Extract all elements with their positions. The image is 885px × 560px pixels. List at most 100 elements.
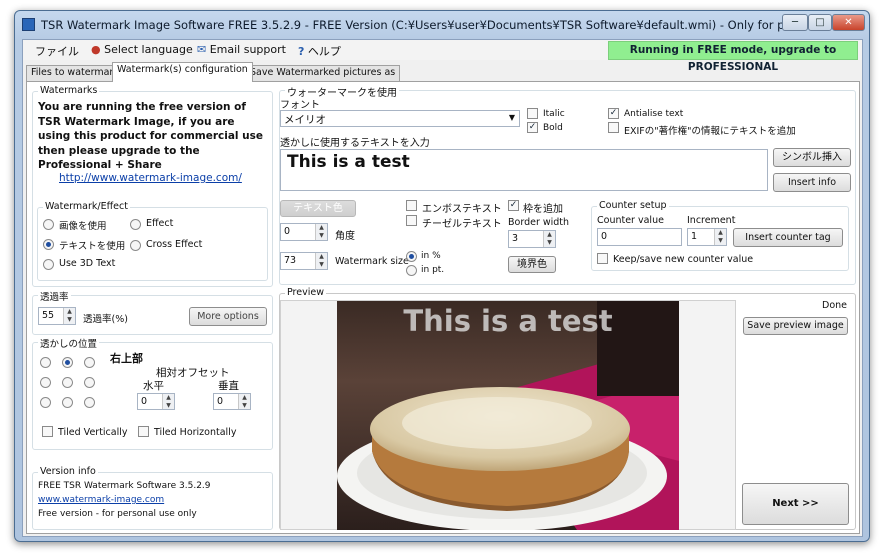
radio-use-text[interactable] [43, 239, 54, 250]
increment-spinner[interactable]: 1 ▲ ▼ [687, 228, 727, 246]
save-preview-button[interactable]: Save preview image [743, 317, 848, 335]
spinner-arrows-icon[interactable]: ▲ ▼ [315, 224, 327, 240]
close-button[interactable]: ✕ [832, 14, 865, 31]
mail-icon: ✉ [197, 43, 207, 56]
pos-top-left[interactable] [40, 357, 51, 368]
chevron-down-icon: ▼ [508, 113, 515, 122]
pos-mid-left[interactable] [40, 377, 51, 388]
3d-text-label: Use 3D Text [59, 258, 116, 269]
radio-use-image[interactable] [43, 219, 54, 230]
spinner-arrows-icon[interactable]: ▲ ▼ [315, 253, 327, 269]
next-button[interactable]: Next >> [742, 483, 849, 525]
globe-icon: ● [91, 43, 101, 56]
horizontal-offset-spinner[interactable]: 0 ▲ ▼ [137, 393, 175, 410]
spinner-arrows-icon[interactable]: ▲ ▼ [543, 231, 555, 247]
emboss-checkbox[interactable] [406, 200, 417, 211]
opacity-group: 透過率 55 ▲ ▼ 透過率(%) More options [32, 289, 273, 335]
window-title: TSR Watermark Image Software FREE 3.5.2.… [41, 18, 856, 32]
text-color-button[interactable]: テキスト色 [280, 200, 356, 217]
radio-3d-text[interactable] [43, 259, 54, 270]
font-label: フォント [280, 100, 320, 111]
tab-page: Watermarks You are running the free vers… [26, 81, 860, 534]
size-spinner[interactable]: 73 ▲ ▼ [280, 252, 328, 270]
spinner-arrows-icon[interactable]: ▲ ▼ [238, 394, 250, 409]
menu-language-label: Select language [104, 43, 193, 56]
exif-label: EXIFの"著作権"の情報にテキストを追加 [624, 126, 796, 137]
menu-language[interactable]: ● Select language [91, 43, 193, 56]
antialias-checkbox[interactable]: ✓ [608, 108, 619, 119]
pos-bottom-center[interactable] [62, 397, 73, 408]
radio-cross-effect[interactable] [130, 240, 141, 251]
tab-save-as[interactable]: Save Watermarked pictures as [245, 65, 401, 81]
pos-bottom-left[interactable] [40, 397, 51, 408]
tiled-vertically-label: Tiled Vertically [58, 427, 128, 438]
effect-group: Watermark/Effect 画像を使用 テキストを使用 Use 3D Te… [37, 201, 268, 281]
radio-size-points[interactable] [406, 265, 417, 276]
vertical-label: 垂直 [218, 380, 239, 392]
tiled-vertically-checkbox[interactable] [42, 426, 53, 437]
antialias-label: Antialise text [624, 109, 684, 119]
watermark-text-label: 透かしに使用するテキストを入力 [280, 138, 430, 149]
pos-mid-center[interactable] [62, 377, 73, 388]
title-bar[interactable]: TSR Watermark Image Software FREE 3.5.2.… [15, 11, 869, 37]
opacity-label: 透過率 [38, 289, 71, 303]
help-icon: ? [298, 45, 305, 58]
border-label: 枠を追加 [523, 204, 563, 215]
upgrade-banner[interactable]: Running in FREE mode, upgrade to PROFESS… [608, 41, 858, 73]
spinner-arrows-icon[interactable]: ▲ ▼ [714, 229, 726, 245]
size-percent-label: in % [421, 251, 441, 261]
counter-group: Counter setup Counter value 0 Increment … [591, 200, 849, 271]
menu-file[interactable]: ファイル [35, 43, 79, 59]
radio-size-percent[interactable] [406, 251, 417, 262]
opacity-unit: 透過率(%) [83, 314, 128, 325]
version-link[interactable]: www.watermark-image.com [38, 495, 164, 505]
website-link[interactable]: http://www.watermark-image.com/ [59, 172, 242, 184]
tab-files[interactable]: Files to watermark [26, 65, 124, 81]
chisel-checkbox[interactable] [406, 215, 417, 226]
menu-email[interactable]: ✉ Email support [197, 43, 286, 56]
minimize-button[interactable]: ─ [782, 14, 808, 31]
border-width-value: 3 [512, 233, 519, 244]
watermark-text-input[interactable]: This is a test [280, 149, 768, 191]
border-color-button[interactable]: 境界色 [508, 256, 556, 273]
italic-checkbox[interactable] [527, 108, 538, 119]
keep-counter-checkbox[interactable] [597, 253, 608, 264]
tab-watermark-config[interactable]: Watermark(s) configuration [112, 62, 253, 82]
version-group: Version info FREE TSR Watermark Software… [32, 466, 273, 530]
insert-counter-button[interactable]: Insert counter tag [733, 228, 843, 247]
bold-label: Bold [543, 123, 563, 133]
client-area: ファイル ● Select language ✉ Email support ?… [22, 39, 863, 537]
version-line: FREE TSR Watermark Software 3.5.2.9 [38, 481, 211, 491]
spinner-arrows-icon[interactable]: ▲ ▼ [63, 308, 75, 324]
border-checkbox[interactable]: ✓ [508, 200, 519, 211]
tiled-horizontally-checkbox[interactable] [138, 426, 149, 437]
spinner-arrows-icon[interactable]: ▲ ▼ [162, 394, 174, 409]
size-value: 73 [284, 255, 297, 266]
counter-value-label: Counter value [597, 215, 664, 226]
menu-help[interactable]: ? ヘルプ [298, 43, 341, 59]
angle-spinner[interactable]: 0 ▲ ▼ [280, 223, 328, 241]
counter-label: Counter setup [597, 200, 669, 211]
border-width-spinner[interactable]: 3 ▲ ▼ [508, 230, 556, 248]
exif-checkbox[interactable] [608, 122, 619, 133]
pos-bottom-right[interactable] [84, 397, 95, 408]
radio-effect[interactable] [130, 219, 141, 230]
menu-bar: ファイル ● Select language ✉ Email support ?… [23, 40, 862, 73]
watermarks-label: Watermarks [38, 85, 100, 96]
insert-info-button[interactable]: Insert info [773, 173, 851, 192]
pos-top-right[interactable] [84, 357, 95, 368]
more-options-button[interactable]: More options [189, 307, 267, 326]
maximize-button[interactable]: □ [808, 14, 832, 31]
size-label: Watermark size [335, 256, 409, 267]
insert-symbol-button[interactable]: シンボル挿入 [773, 148, 851, 167]
chisel-label: チーゼルテキスト [422, 219, 502, 230]
font-select[interactable]: メイリオ ▼ [280, 110, 520, 127]
app-window: TSR Watermark Image Software FREE 3.5.2.… [14, 10, 870, 542]
opacity-spinner[interactable]: 55 ▲ ▼ [38, 307, 76, 325]
increment-label: Increment [687, 215, 736, 226]
pos-top-center[interactable] [62, 357, 73, 368]
pos-mid-right[interactable] [84, 377, 95, 388]
bold-checkbox[interactable]: ✓ [527, 122, 538, 133]
counter-value-input[interactable]: 0 [597, 228, 682, 246]
vertical-offset-spinner[interactable]: 0 ▲ ▼ [213, 393, 251, 410]
